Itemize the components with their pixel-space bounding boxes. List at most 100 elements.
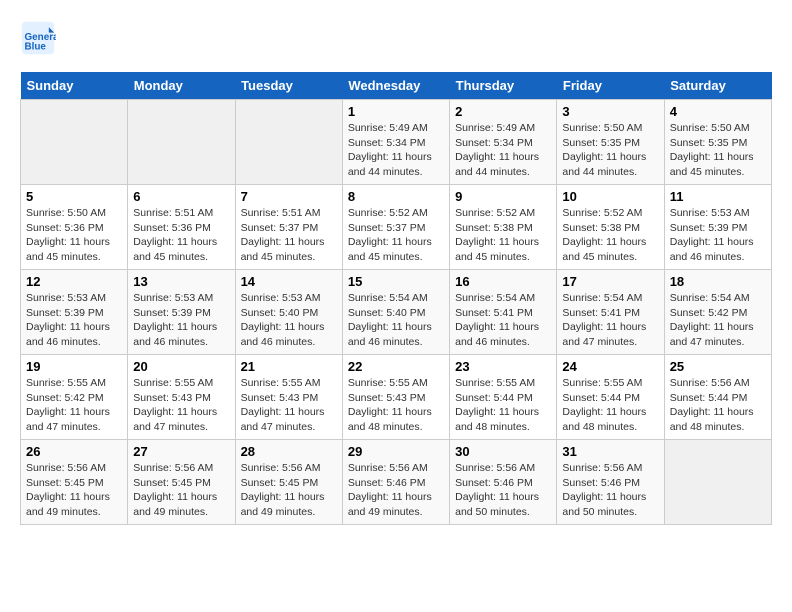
day-info: Sunrise: 5:55 AM Sunset: 5:42 PM Dayligh… xyxy=(26,376,122,435)
day-header-sunday: Sunday xyxy=(21,72,128,100)
day-number: 13 xyxy=(133,274,229,289)
days-header-row: SundayMondayTuesdayWednesdayThursdayFrid… xyxy=(21,72,772,100)
day-cell: 19Sunrise: 5:55 AM Sunset: 5:42 PM Dayli… xyxy=(21,355,128,440)
day-info: Sunrise: 5:50 AM Sunset: 5:36 PM Dayligh… xyxy=(26,206,122,265)
day-cell: 2 Sunrise: 5:49 AM Sunset: 5:34 PM Daylig… xyxy=(450,100,557,185)
day-header-wednesday: Wednesday xyxy=(342,72,449,100)
day-cell: 5 Sunrise: 5:50 AM Sunset: 5:36 PM Daylig… xyxy=(21,185,128,270)
day-cell: 21 Sunrise: 5:55 AM Sunset: 5:43 PM Dayli… xyxy=(235,355,342,440)
day-number: 9 xyxy=(455,189,551,204)
day-info: Sunrise: 5:53 AM Sunset: 5:40 PM Dayligh… xyxy=(241,291,337,350)
day-number: 6 xyxy=(133,189,229,204)
day-number: 7 xyxy=(241,189,337,204)
day-cell: 27 Sunrise: 5:56 AM Sunset: 5:45 PM Dayli… xyxy=(128,440,235,525)
day-cell: 28Sunrise: 5:56 AM Sunset: 5:45 PM Dayli… xyxy=(235,440,342,525)
day-info: Sunrise: 5:56 AM Sunset: 5:46 PM Dayligh… xyxy=(348,461,444,520)
day-info: Sunrise: 5:53 AM Sunset: 5:39 PM Dayligh… xyxy=(670,206,766,265)
day-info: Sunrise: 5:54 AM Sunset: 5:41 PM Dayligh… xyxy=(562,291,658,350)
day-number: 25 xyxy=(670,359,766,374)
day-number: 5 xyxy=(26,189,122,204)
day-cell: 7 Sunrise: 5:51 AM Sunset: 5:37 PM Daylig… xyxy=(235,185,342,270)
day-cell: 22 Sunrise: 5:55 AM Sunset: 5:43 PM Dayli… xyxy=(342,355,449,440)
day-header-saturday: Saturday xyxy=(664,72,771,100)
day-cell: 13 Sunrise: 5:53 AM Sunset: 5:39 PM Dayli… xyxy=(128,270,235,355)
day-info: Sunrise: 5:51 AM Sunset: 5:36 PM Dayligh… xyxy=(133,206,229,265)
day-cell: 3 Sunrise: 5:50 AM Sunset: 5:35 PM Daylig… xyxy=(557,100,664,185)
day-info: Sunrise: 5:49 AM Sunset: 5:34 PM Dayligh… xyxy=(348,121,444,180)
day-info: Sunrise: 5:51 AM Sunset: 5:37 PM Dayligh… xyxy=(241,206,337,265)
svg-text:Blue: Blue xyxy=(25,42,47,53)
day-number: 29 xyxy=(348,444,444,459)
day-cell: 8 Sunrise: 5:52 AM Sunset: 5:37 PM Daylig… xyxy=(342,185,449,270)
day-header-monday: Monday xyxy=(128,72,235,100)
day-number: 27 xyxy=(133,444,229,459)
day-info: Sunrise: 5:55 AM Sunset: 5:44 PM Dayligh… xyxy=(562,376,658,435)
day-number: 1 xyxy=(348,104,444,119)
day-number: 3 xyxy=(562,104,658,119)
logo: General Blue xyxy=(20,20,60,56)
day-header-thursday: Thursday xyxy=(450,72,557,100)
day-number: 28 xyxy=(241,444,337,459)
day-info: Sunrise: 5:52 AM Sunset: 5:38 PM Dayligh… xyxy=(562,206,658,265)
day-cell: 11 Sunrise: 5:53 AM Sunset: 5:39 PM Dayli… xyxy=(664,185,771,270)
week-row-5: 26 Sunrise: 5:56 AM Sunset: 5:45 PM Dayli… xyxy=(21,440,772,525)
day-cell: 1 Sunrise: 5:49 AM Sunset: 5:34 PM Daylig… xyxy=(342,100,449,185)
day-info: Sunrise: 5:55 AM Sunset: 5:43 PM Dayligh… xyxy=(348,376,444,435)
day-info: Sunrise: 5:55 AM Sunset: 5:43 PM Dayligh… xyxy=(133,376,229,435)
day-info: Sunrise: 5:53 AM Sunset: 5:39 PM Dayligh… xyxy=(133,291,229,350)
day-info: Sunrise: 5:56 AM Sunset: 5:46 PM Dayligh… xyxy=(455,461,551,520)
day-info: Sunrise: 5:56 AM Sunset: 5:45 PM Dayligh… xyxy=(26,461,122,520)
day-number: 2 xyxy=(455,104,551,119)
day-info: Sunrise: 5:52 AM Sunset: 5:38 PM Dayligh… xyxy=(455,206,551,265)
day-number: 20 xyxy=(133,359,229,374)
day-cell: 23Sunrise: 5:55 AM Sunset: 5:44 PM Dayli… xyxy=(450,355,557,440)
day-info: Sunrise: 5:55 AM Sunset: 5:43 PM Dayligh… xyxy=(241,376,337,435)
day-info: Sunrise: 5:54 AM Sunset: 5:40 PM Dayligh… xyxy=(348,291,444,350)
day-number: 15 xyxy=(348,274,444,289)
day-info: Sunrise: 5:54 AM Sunset: 5:42 PM Dayligh… xyxy=(670,291,766,350)
day-info: Sunrise: 5:49 AM Sunset: 5:34 PM Dayligh… xyxy=(455,121,551,180)
week-row-2: 5 Sunrise: 5:50 AM Sunset: 5:36 PM Daylig… xyxy=(21,185,772,270)
day-number: 21 xyxy=(241,359,337,374)
day-number: 31 xyxy=(562,444,658,459)
day-number: 18 xyxy=(670,274,766,289)
day-info: Sunrise: 5:50 AM Sunset: 5:35 PM Dayligh… xyxy=(562,121,658,180)
day-cell: 9 Sunrise: 5:52 AM Sunset: 5:38 PM Daylig… xyxy=(450,185,557,270)
day-cell xyxy=(235,100,342,185)
day-cell: 17 Sunrise: 5:54 AM Sunset: 5:41 PM Dayli… xyxy=(557,270,664,355)
day-number: 26 xyxy=(26,444,122,459)
day-info: Sunrise: 5:54 AM Sunset: 5:41 PM Dayligh… xyxy=(455,291,551,350)
day-number: 8 xyxy=(348,189,444,204)
day-cell: 29 Sunrise: 5:56 AM Sunset: 5:46 PM Dayli… xyxy=(342,440,449,525)
day-number: 23 xyxy=(455,359,551,374)
calendar-table: SundayMondayTuesdayWednesdayThursdayFrid… xyxy=(20,72,772,525)
day-cell: 4Sunrise: 5:50 AM Sunset: 5:35 PM Daylig… xyxy=(664,100,771,185)
day-number: 12 xyxy=(26,274,122,289)
day-number: 17 xyxy=(562,274,658,289)
day-number: 10 xyxy=(562,189,658,204)
day-cell: 31Sunrise: 5:56 AM Sunset: 5:46 PM Dayli… xyxy=(557,440,664,525)
day-cell: 15 Sunrise: 5:54 AM Sunset: 5:40 PM Dayli… xyxy=(342,270,449,355)
day-cell: 30 Sunrise: 5:56 AM Sunset: 5:46 PM Dayli… xyxy=(450,440,557,525)
day-cell: 16 Sunrise: 5:54 AM Sunset: 5:41 PM Dayli… xyxy=(450,270,557,355)
day-number: 22 xyxy=(348,359,444,374)
day-header-friday: Friday xyxy=(557,72,664,100)
day-number: 30 xyxy=(455,444,551,459)
day-number: 11 xyxy=(670,189,766,204)
day-cell: 25 Sunrise: 5:56 AM Sunset: 5:44 PM Dayli… xyxy=(664,355,771,440)
day-cell: 26 Sunrise: 5:56 AM Sunset: 5:45 PM Dayli… xyxy=(21,440,128,525)
day-cell: 20 Sunrise: 5:55 AM Sunset: 5:43 PM Dayli… xyxy=(128,355,235,440)
week-row-4: 19Sunrise: 5:55 AM Sunset: 5:42 PM Dayli… xyxy=(21,355,772,440)
day-info: Sunrise: 5:56 AM Sunset: 5:44 PM Dayligh… xyxy=(670,376,766,435)
day-cell xyxy=(128,100,235,185)
day-cell: 18 Sunrise: 5:54 AM Sunset: 5:42 PM Dayli… xyxy=(664,270,771,355)
day-info: Sunrise: 5:56 AM Sunset: 5:45 PM Dayligh… xyxy=(133,461,229,520)
day-cell: 6 Sunrise: 5:51 AM Sunset: 5:36 PM Daylig… xyxy=(128,185,235,270)
logo-icon: General Blue xyxy=(20,20,56,56)
day-cell: 10 Sunrise: 5:52 AM Sunset: 5:38 PM Dayli… xyxy=(557,185,664,270)
day-info: Sunrise: 5:52 AM Sunset: 5:37 PM Dayligh… xyxy=(348,206,444,265)
day-number: 4 xyxy=(670,104,766,119)
week-row-1: 1 Sunrise: 5:49 AM Sunset: 5:34 PM Daylig… xyxy=(21,100,772,185)
day-number: 16 xyxy=(455,274,551,289)
day-cell: 24Sunrise: 5:55 AM Sunset: 5:44 PM Dayli… xyxy=(557,355,664,440)
